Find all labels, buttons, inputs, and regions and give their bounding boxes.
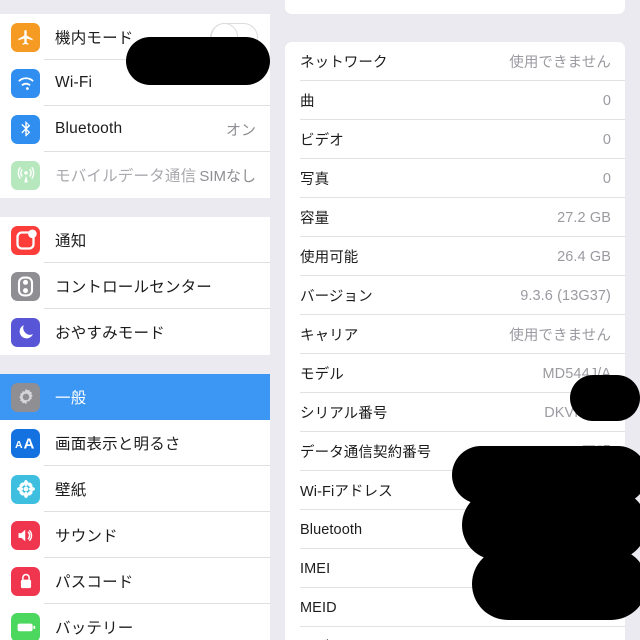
settings-sidebar: 機内モード Wi-Fi Bluetooth オン モバイルデータ通信 SIMなし…: [0, 0, 270, 640]
row-label: バージョン: [300, 289, 373, 305]
sidebar-item-notifications[interactable]: 通知: [0, 217, 270, 263]
sidebar-item-label: 機内モード: [55, 30, 134, 47]
sidebar-top-gap: [0, 0, 270, 14]
sidebar-group-notifications: 通知 コントロールセンター おやすみモード: [0, 217, 270, 355]
row-value: 使用できません: [509, 328, 611, 344]
detail-row-modem-firmware[interactable]: モデムファームウェア 11.80.00: [285, 627, 625, 640]
detail-row-capacity[interactable]: 容量 27.2 GB: [285, 198, 625, 237]
sidebar-item-label: Bluetooth: [55, 120, 123, 137]
sidebar-item-label: パスコード: [55, 574, 134, 591]
sidebar-item-passcode[interactable]: パスコード: [0, 558, 270, 604]
sidebar-item-label: 一般: [55, 390, 87, 407]
sidebar-item-control-center[interactable]: コントロールセンター: [0, 263, 270, 309]
sidebar-item-label: バッテリー: [55, 620, 134, 637]
sidebar-item-do-not-disturb[interactable]: おやすみモード: [0, 309, 270, 355]
row-label: 使用可能: [300, 250, 359, 266]
redaction-blob: [472, 548, 640, 620]
gear-icon: [11, 382, 40, 412]
row-label: 写真: [300, 172, 330, 188]
detail-row-songs[interactable]: 曲 0: [285, 81, 625, 120]
control-center-icon: [11, 271, 40, 301]
sidebar-item-bluetooth[interactable]: Bluetooth オン: [0, 106, 270, 152]
sidebar-item-display-brightness[interactable]: AA 画面表示と明るさ: [0, 420, 270, 466]
row-label: シリアル番号: [300, 406, 388, 422]
sidebar-item-value: SIMなし: [199, 167, 256, 185]
row-value: 26.4 GB: [557, 248, 611, 265]
detail-row-carrier[interactable]: キャリア 使用できません: [285, 315, 625, 354]
row-label: 曲: [300, 94, 315, 110]
detail-row-photos[interactable]: 写真 0: [285, 159, 625, 198]
row-value: 0: [602, 170, 611, 187]
row-label: MEID: [300, 599, 337, 616]
row-value: 0: [602, 92, 611, 109]
detail-card-partial-above: [285, 0, 625, 14]
sidebar-item-label: 画面表示と明るさ: [55, 436, 181, 453]
sidebar-item-label: 壁紙: [55, 482, 87, 499]
row-label: Bluetooth: [300, 521, 363, 538]
sidebar-item-label: コントロールセンター: [55, 279, 213, 296]
detail-row-network[interactable]: ネットワーク 使用できません: [285, 42, 625, 81]
detail-row-version[interactable]: バージョン 9.3.6 (13G37): [285, 276, 625, 315]
row-value: 使用できません: [509, 55, 611, 71]
detail-row-available[interactable]: 使用可能 26.4 GB: [285, 237, 625, 276]
sidebar-item-label: おやすみモード: [55, 325, 165, 342]
sidebar-item-wallpaper[interactable]: 壁紙: [0, 466, 270, 512]
wifi-icon: [11, 68, 40, 98]
notifications-icon: [11, 225, 40, 255]
sidebar-group-general: 一般 AA 画面表示と明るさ 壁紙 サウンド パスコード バッテリー: [0, 374, 270, 640]
sidebar-group-gap: [0, 198, 270, 217]
airplane-icon: [11, 22, 40, 52]
sidebar-item-value: オン: [225, 121, 256, 139]
redaction-blob: [126, 37, 270, 85]
row-label: データ通信契約番号: [300, 445, 432, 461]
row-value: 27.2 GB: [557, 209, 611, 226]
row-label: Wi-Fiアドレス: [300, 484, 393, 500]
sidebar-item-label: サウンド: [55, 528, 118, 545]
row-value: 9.3.6 (13G37): [520, 287, 611, 304]
sidebar-item-battery[interactable]: バッテリー: [0, 604, 270, 640]
row-label: ビデオ: [300, 133, 344, 149]
redaction-blob: [570, 375, 640, 421]
bluetooth-icon: [11, 114, 40, 144]
do-not-disturb-icon: [11, 317, 40, 347]
row-label: 容量: [300, 211, 330, 227]
row-value: 0: [602, 131, 611, 148]
sidebar-item-general[interactable]: 一般: [0, 374, 270, 420]
sidebar-item-label: 通知: [55, 233, 87, 250]
sidebar-group-gap: [0, 355, 270, 374]
svg-text:A: A: [15, 439, 23, 451]
row-label: モデムファームウェア: [300, 636, 444, 640]
sidebar-item-label: モバイルデータ通信: [55, 168, 197, 185]
sidebar-item-label: Wi-Fi: [55, 74, 93, 91]
row-label: ネットワーク: [300, 55, 388, 71]
row-label: IMEI: [300, 560, 331, 577]
sidebar-item-cellular-data[interactable]: モバイルデータ通信 SIMなし: [0, 152, 270, 198]
row-label: モデル: [300, 367, 344, 383]
settings-screen: 機内モード Wi-Fi Bluetooth オン モバイルデータ通信 SIMなし…: [0, 0, 640, 640]
wallpaper-icon: [11, 474, 40, 504]
passcode-lock-icon: [11, 566, 40, 596]
svg-text:A: A: [24, 435, 35, 452]
display-brightness-icon: AA: [11, 428, 40, 458]
row-label: キャリア: [300, 328, 359, 344]
battery-icon: [11, 612, 40, 640]
sidebar-item-sounds[interactable]: サウンド: [0, 512, 270, 558]
cellular-icon: [11, 160, 40, 190]
detail-row-videos[interactable]: ビデオ 0: [285, 120, 625, 159]
sounds-icon: [11, 520, 40, 550]
